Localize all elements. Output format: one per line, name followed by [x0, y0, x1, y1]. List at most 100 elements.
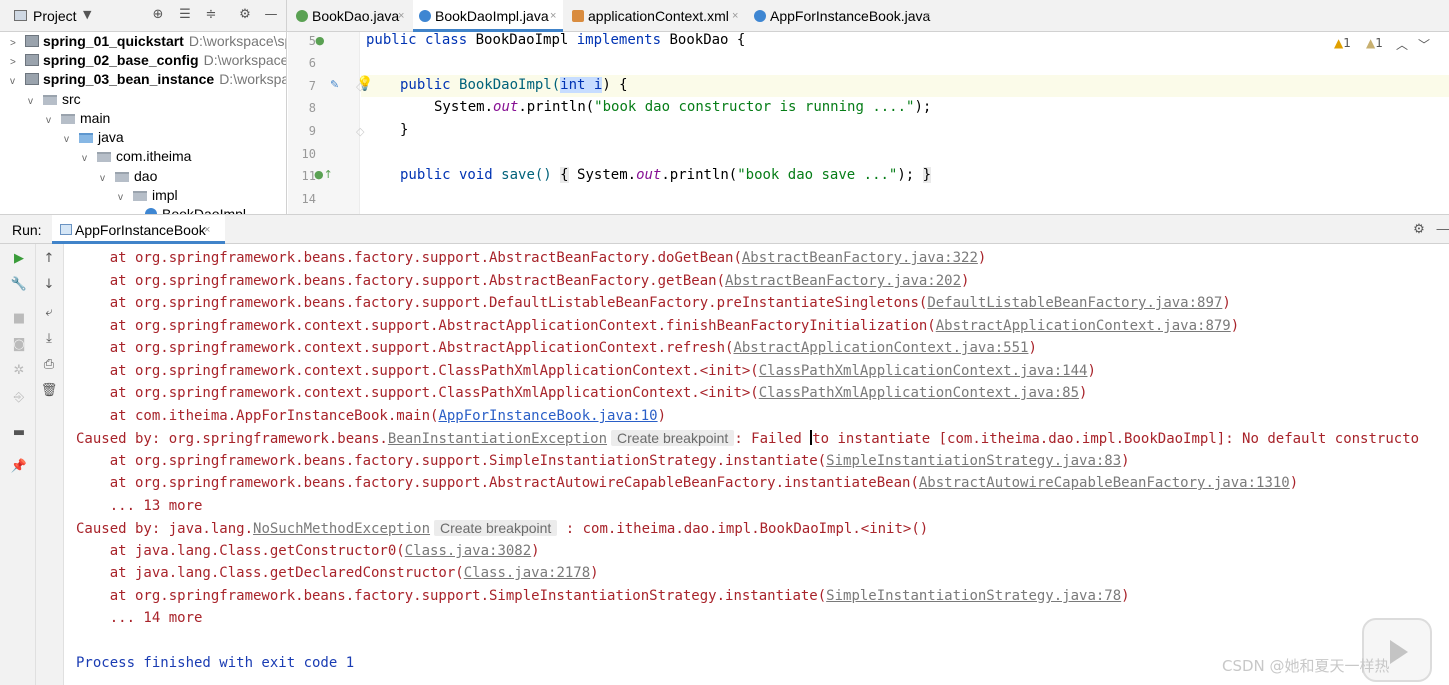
- stack-link[interactable]: SimpleInstantiationStrategy.java:83: [826, 453, 1121, 469]
- console-output[interactable]: at org.springframework.beans.factory.sup…: [64, 244, 1449, 685]
- more-line: ... 13 more: [76, 498, 203, 514]
- run-tab[interactable]: AppForInstanceBook ×: [52, 215, 225, 244]
- tree-item-impl[interactable]: v impl: [118, 186, 178, 205]
- run-tab-label: AppForInstanceBook: [75, 222, 206, 238]
- chevron-down-icon[interactable]: v: [64, 130, 76, 149]
- gear-icon[interactable]: ⚙: [1411, 221, 1427, 237]
- top-bar: Project ▼ ⊕ ☰ ≑ ⚙ — BookDao.java × BookD…: [0, 0, 1449, 32]
- gear-icon[interactable]: ⚙: [237, 7, 253, 23]
- settings-icon[interactable]: ✲: [10, 362, 28, 380]
- close-icon[interactable]: ×: [924, 10, 930, 22]
- weak-warning-icon[interactable]: ▲1: [1366, 36, 1383, 50]
- print-icon[interactable]: ⎙: [40, 356, 58, 374]
- console-line: at org.springframework.beans.factory.sup…: [76, 588, 1130, 604]
- exit-icon[interactable]: ⎆: [10, 389, 28, 407]
- camera-icon[interactable]: ◙: [10, 336, 28, 354]
- package-icon: [115, 172, 129, 182]
- create-breakpoint-hint[interactable]: Create breakpoint: [611, 430, 735, 446]
- tab-applicationcontext[interactable]: applicationContext.xml ×: [566, 0, 746, 32]
- tree-item-java[interactable]: v java: [64, 128, 124, 147]
- pin-icon[interactable]: 📌: [10, 458, 28, 476]
- fold-icon[interactable]: ◇: [356, 80, 364, 93]
- stack-link[interactable]: DefaultListableBeanFactory.java:897: [927, 295, 1222, 311]
- locate-icon[interactable]: ⊕: [150, 7, 166, 23]
- package-icon: [97, 152, 111, 162]
- tree-item-bookdaoimpl[interactable]: BookDaoImpl: [142, 205, 246, 214]
- warning-icon[interactable]: ▲1: [1334, 36, 1351, 50]
- chevron-down-icon[interactable]: v: [10, 72, 22, 91]
- chevron-down-icon[interactable]: v: [100, 169, 112, 188]
- run-config-icon: [60, 224, 72, 235]
- wrench-icon[interactable]: 🔧: [10, 276, 28, 294]
- code-line-8: System.out.println("book dao constructor…: [434, 99, 932, 115]
- fold-icon[interactable]: ◇: [356, 125, 364, 138]
- chevron-down-icon[interactable]: v: [118, 188, 130, 207]
- stack-link[interactable]: Class.java:3082: [405, 543, 531, 559]
- implements-icon[interactable]: ●: [315, 34, 325, 47]
- tree-item-spring-03[interactable]: vspring_03_bean_instanceD:\workspace: [10, 70, 286, 91]
- trash-icon[interactable]: 🗑: [40, 382, 58, 400]
- close-icon[interactable]: ×: [398, 10, 404, 22]
- stack-link[interactable]: AppForInstanceBook.java:10: [438, 408, 657, 424]
- tree-item-com-itheima[interactable]: v com.itheima: [82, 147, 191, 166]
- tree-item-spring-02[interactable]: >spring_02_base_configD:\workspace\s: [10, 51, 286, 70]
- arrow-up-icon[interactable]: ↑: [40, 250, 58, 268]
- console-line: at org.springframework.context.support.A…: [76, 340, 1037, 356]
- stack-link[interactable]: ClassPathXmlApplicationContext.java:144: [759, 363, 1088, 379]
- stack-link[interactable]: AbstractBeanFactory.java:322: [742, 250, 978, 266]
- tree-item-dao[interactable]: v dao: [100, 167, 157, 186]
- stop-icon[interactable]: ■: [10, 310, 28, 328]
- rerun-icon[interactable]: ▶: [10, 250, 28, 268]
- arrow-down-icon[interactable]: ↓: [40, 276, 58, 294]
- more-line: ... 14 more: [76, 610, 203, 626]
- soft-wrap-icon[interactable]: ⤶: [40, 304, 58, 322]
- collapse-all-icon[interactable]: ≑: [203, 7, 219, 23]
- line-number: 9: [308, 124, 316, 138]
- exception-link[interactable]: NoSuchMethodException: [253, 521, 430, 537]
- edit-icon[interactable]: ✎: [330, 78, 339, 91]
- code-line-7: public BookDaoImpl(int i) {: [400, 77, 628, 93]
- layout-icon[interactable]: ▬: [10, 424, 28, 442]
- tab-bookdao[interactable]: BookDao.java ×: [290, 0, 410, 32]
- tree-item-main[interactable]: v main: [46, 109, 110, 128]
- tree-item-src[interactable]: v src: [28, 90, 81, 109]
- tree-item-spring-01[interactable]: > spring_01_quickstart D:\workspace\sp: [10, 32, 286, 51]
- stack-link[interactable]: ClassPathXmlApplicationContext.java:85: [759, 385, 1079, 401]
- chevron-down-icon[interactable]: ﹀: [1418, 36, 1430, 53]
- tab-appforinstancebook[interactable]: AppForInstanceBook.java ×: [748, 0, 938, 32]
- exception-link[interactable]: BeanInstantiationException: [388, 431, 607, 447]
- stack-link[interactable]: AbstractApplicationContext.java:551: [733, 340, 1028, 356]
- expand-all-icon[interactable]: ☰: [177, 7, 193, 23]
- override-icon[interactable]: ●↑: [314, 168, 333, 181]
- console-line: at org.springframework.beans.factory.sup…: [76, 295, 1231, 311]
- module-icon: [25, 73, 39, 85]
- stack-link[interactable]: AbstractAutowireCapableBeanFactory.java:…: [919, 475, 1290, 491]
- console-line: at org.springframework.beans.factory.sup…: [76, 475, 1299, 491]
- tab-bookdaoimpl[interactable]: BookDaoImpl.java ×: [413, 0, 563, 32]
- minimize-icon[interactable]: —: [263, 7, 279, 23]
- scroll-to-end-icon[interactable]: ⤓: [40, 330, 58, 348]
- caused-by-line: Caused by: java.lang.NoSuchMethodExcepti…: [76, 520, 929, 537]
- minimize-icon[interactable]: —: [1435, 221, 1449, 237]
- code-editor[interactable]: 5 6 7 8 9 10 11 14 ● ✎ 💡 ◇ ◇ ●↑ public c…: [288, 32, 1449, 214]
- stack-link[interactable]: Class.java:2178: [464, 565, 590, 581]
- chevron-up-icon[interactable]: ︿: [1396, 36, 1408, 53]
- tab-label: BookDaoImpl.java: [435, 8, 549, 24]
- stack-link[interactable]: AbstractApplicationContext.java:879: [936, 318, 1231, 334]
- xml-icon: [572, 10, 584, 22]
- close-icon[interactable]: ×: [204, 224, 210, 236]
- project-panel-header[interactable]: Project ▼ ⊕ ☰ ≑ ⚙ —: [0, 0, 287, 32]
- stack-link[interactable]: SimpleInstantiationStrategy.java:78: [826, 588, 1121, 604]
- line-number: 14: [301, 192, 316, 206]
- chevron-down-icon[interactable]: ▼: [83, 8, 91, 21]
- chevron-down-icon[interactable]: v: [46, 111, 58, 130]
- create-breakpoint-hint[interactable]: Create breakpoint: [434, 520, 558, 536]
- project-icon: [14, 10, 27, 21]
- chevron-down-icon[interactable]: v: [82, 149, 94, 168]
- close-icon[interactable]: ×: [732, 10, 738, 22]
- console-line: at org.springframework.context.support.C…: [76, 363, 1096, 379]
- line-number: 11: [301, 169, 316, 183]
- chevron-down-icon[interactable]: v: [28, 92, 40, 111]
- close-icon[interactable]: ×: [550, 10, 556, 22]
- stack-link[interactable]: AbstractBeanFactory.java:202: [725, 273, 961, 289]
